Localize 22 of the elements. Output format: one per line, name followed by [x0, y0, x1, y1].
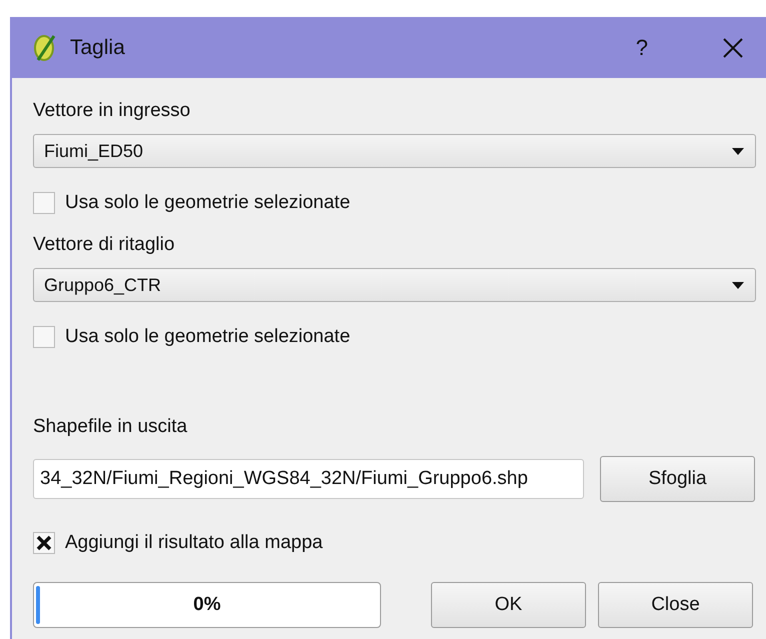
layer-dropdown[interactable]: Fiumi_ED50 — [33, 134, 756, 168]
field-label: Vettore in ingresso — [33, 100, 192, 122]
output-path-field[interactable]: 34_32N/Fiumi_Regioni_WGS84_32N/Fiumi_Gruppo6.shp — [33, 459, 584, 499]
layer-dropdown[interactable]: Gruppo6_CTR — [33, 268, 756, 302]
dropdown-arrow-icon — [731, 280, 745, 290]
window-title: Taglia — [70, 36, 126, 60]
dialog-button[interactable]: OK — [431, 582, 586, 628]
checkbox-label: Aggiungi il risultato alla mappa — [65, 532, 323, 554]
checkbox[interactable] — [33, 326, 55, 348]
dropdown-arrow-icon — [731, 146, 745, 156]
browse-button[interactable]: Sfoglia — [600, 456, 755, 502]
close-icon[interactable] — [722, 36, 744, 58]
progress-reading: 0% — [193, 594, 221, 616]
checkbox[interactable] — [33, 192, 55, 214]
dialog-button[interactable]: Close — [598, 582, 753, 628]
field-label: Shapefile in uscita — [33, 416, 188, 438]
checkbox-label: Usa solo le geometrie selezionate — [65, 192, 350, 214]
help-button[interactable]: ? — [636, 34, 648, 60]
checkbox-label: Usa solo le geometrie selezionate — [65, 326, 350, 348]
leaf-logo-icon — [32, 32, 58, 62]
field-label: Vettore di ritaglio — [33, 234, 176, 256]
checkbox[interactable] — [33, 532, 55, 554]
